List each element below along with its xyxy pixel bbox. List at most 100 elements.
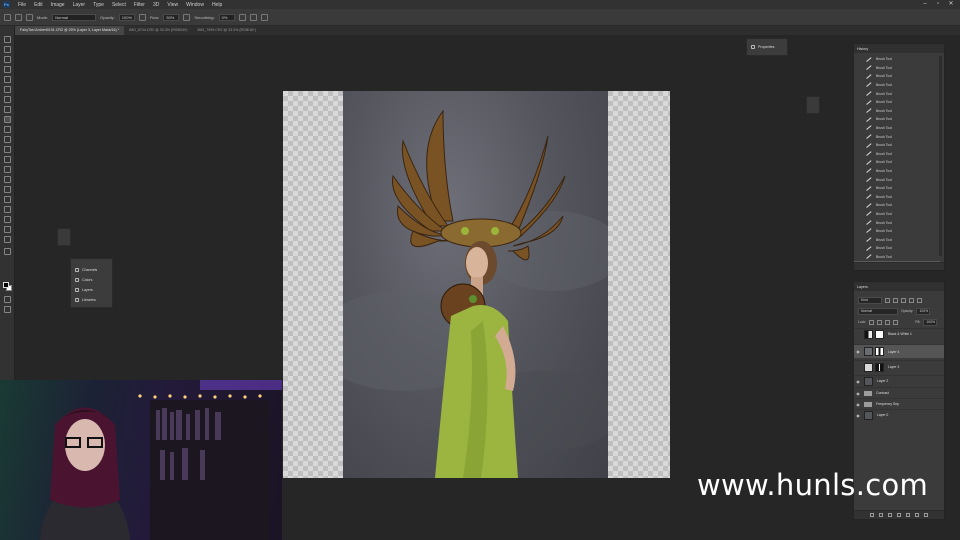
brush-settings-icon[interactable] <box>26 13 33 21</box>
history-item[interactable]: Brush Tool <box>854 167 940 176</box>
properties-panel[interactable]: Properties <box>746 38 788 56</box>
history-item[interactable]: Brush Tool <box>854 124 940 133</box>
path-selection-tool-icon[interactable] <box>4 206 11 213</box>
crop-tool-icon[interactable] <box>4 76 11 83</box>
tab-document-1[interactable]: FairyTaxi Ambert0191.CR2 @ 25% (Layer 3,… <box>15 26 125 35</box>
minimize-icon[interactable]: – <box>920 1 930 8</box>
history-item[interactable]: Brush Tool <box>854 227 940 236</box>
eraser-tool-icon[interactable] <box>4 146 11 153</box>
type-tool-icon[interactable] <box>4 196 11 203</box>
lock-transparent-icon[interactable] <box>869 319 875 325</box>
tab-document-2[interactable]: IMG_8744.CR2 @ 33.3% (RGB/16*) <box>124 26 192 35</box>
menu-image[interactable]: Image <box>47 2 69 8</box>
eyedropper-tool-icon[interactable] <box>4 96 11 103</box>
brush-tool-icon[interactable] <box>4 116 11 123</box>
menu-window[interactable]: Window <box>182 2 208 8</box>
mode-select[interactable]: Normal <box>52 13 97 21</box>
layer-row-frequency-sep[interactable]: ◉ Frequency Sep <box>854 398 944 409</box>
link-layers-icon[interactable] <box>870 513 874 517</box>
symmetry-icon[interactable] <box>260 13 268 21</box>
quick-mask-icon[interactable] <box>4 296 11 303</box>
quick-select-tool-icon[interactable] <box>4 66 11 73</box>
pressure-opacity-icon[interactable] <box>138 13 146 21</box>
gradient-tool-icon[interactable] <box>4 156 11 163</box>
menu-view[interactable]: View <box>163 2 182 8</box>
gear-icon[interactable] <box>238 13 246 21</box>
history-item[interactable]: Brush Tool <box>854 218 940 227</box>
new-group-icon[interactable] <box>906 513 910 517</box>
adjustment-filter-icon[interactable] <box>893 297 898 303</box>
history-item[interactable]: Brush Tool <box>854 184 940 193</box>
history-item[interactable]: Brush Tool <box>854 107 940 116</box>
history-item[interactable]: Brush Tool <box>854 81 940 90</box>
history-item[interactable]: Brush Tool <box>854 98 940 107</box>
lock-all-icon[interactable] <box>893 319 899 325</box>
history-item[interactable]: Brush Tool <box>854 244 940 253</box>
layer-row-contrast[interactable]: ◉ Contrast <box>854 387 944 398</box>
clone-stamp-tool-icon[interactable] <box>4 126 11 133</box>
menu-edit[interactable]: Edit <box>30 2 47 8</box>
menu-layer[interactable]: Layer <box>69 2 90 8</box>
pen-tool-icon[interactable] <box>4 186 11 193</box>
close-icon[interactable]: ✕ <box>946 1 956 8</box>
layer-mask-thumbnail[interactable] <box>875 329 884 339</box>
eye-icon[interactable]: ◉ <box>854 413 862 418</box>
eye-icon[interactable]: ◉ <box>854 391 862 396</box>
layer-row-layer-2[interactable]: ◉ Layer 2 <box>854 375 944 386</box>
shape-tool-icon[interactable] <box>4 216 11 223</box>
maximize-icon[interactable]: ▫ <box>933 1 943 8</box>
history-item[interactable]: Brush Tool <box>854 141 940 150</box>
home-icon[interactable] <box>4 13 11 21</box>
zoom-tool-icon[interactable] <box>4 236 11 243</box>
healing-brush-tool-icon[interactable] <box>4 106 11 113</box>
history-item[interactable]: Brush Tool <box>854 253 940 262</box>
pressure-size-icon[interactable] <box>249 13 257 21</box>
collapsed-panel-button[interactable] <box>57 228 71 246</box>
layer-opacity-field[interactable]: 100% <box>916 307 931 315</box>
channels-panel-item[interactable]: Channels <box>71 265 112 275</box>
pixel-filter-icon[interactable] <box>885 297 890 303</box>
hand-tool-icon[interactable] <box>4 226 11 233</box>
libraries-panel-item[interactable]: Libraries <box>71 295 112 305</box>
history-item[interactable]: Brush Tool <box>854 235 940 244</box>
fill-field[interactable]: 100% <box>923 318 938 326</box>
eye-icon[interactable]: ◉ <box>854 349 862 354</box>
type-filter-icon[interactable] <box>901 297 906 303</box>
layers-title[interactable]: Layers <box>857 285 868 289</box>
eye-icon[interactable]: ◉ <box>854 379 862 384</box>
eye-icon[interactable]: ◉ <box>854 402 862 407</box>
shape-filter-icon[interactable] <box>909 297 914 303</box>
trash-icon[interactable] <box>924 513 928 517</box>
lock-position-icon[interactable] <box>885 319 891 325</box>
menu-3d[interactable]: 3D <box>149 2 163 8</box>
history-item[interactable]: Brush Tool <box>854 150 940 159</box>
lasso-tool-icon[interactable] <box>4 56 11 63</box>
layer-mask-thumbnail[interactable] <box>875 347 884 356</box>
layer-mask-thumbnail[interactable] <box>875 362 884 372</box>
layer-row-layer-4[interactable]: ◉ Layer 4 <box>854 344 944 358</box>
adjustment-layer-icon[interactable] <box>897 513 901 517</box>
history-item[interactable]: Brush Tool <box>854 72 940 81</box>
folder-icon[interactable] <box>864 401 872 407</box>
brush-settings-panel-button[interactable] <box>806 96 820 114</box>
screen-mode-icon[interactable] <box>4 306 11 313</box>
smoothing-field[interactable]: 0% <box>218 13 235 21</box>
add-mask-icon[interactable] <box>888 513 892 517</box>
history-item[interactable]: Brush Tool <box>854 55 940 64</box>
layer-row-black-white[interactable]: Black & White 1 <box>854 328 944 339</box>
history-item[interactable]: Brush Tool <box>854 132 940 141</box>
history-item[interactable]: Brush Tool <box>854 210 940 219</box>
opacity-field[interactable]: 100% <box>118 13 135 21</box>
colors-panel-item[interactable]: Colors <box>71 275 112 285</box>
history-brush-tool-icon[interactable] <box>4 136 11 143</box>
kind-filter-select[interactable]: Kind <box>858 296 882 304</box>
layers-panel-item[interactable]: Layers <box>71 285 112 295</box>
menu-select[interactable]: Select <box>108 2 130 8</box>
marquee-tool-icon[interactable] <box>4 46 11 53</box>
brush-preset-icon[interactable] <box>15 13 22 21</box>
menu-file[interactable]: File <box>14 2 30 8</box>
frame-tool-icon[interactable] <box>4 86 11 93</box>
airbrush-icon[interactable] <box>183 13 191 21</box>
flow-field[interactable]: 50% <box>163 13 180 21</box>
history-item[interactable]: Brush Tool <box>854 193 940 202</box>
